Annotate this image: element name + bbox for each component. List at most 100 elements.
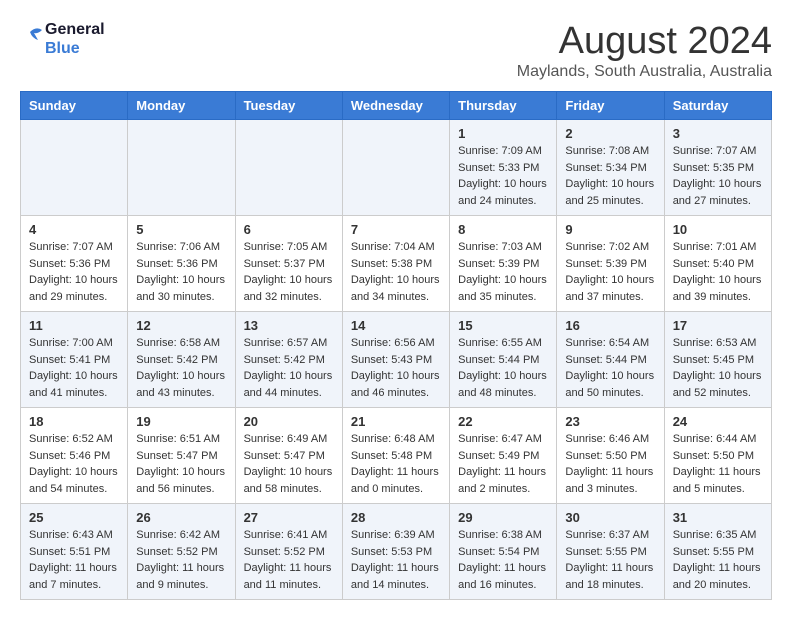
- calendar-cell: 28 Sunrise: 6:39 AM Sunset: 5:53 PM Dayli…: [342, 504, 449, 600]
- day-info: Sunrise: 6:46 AM Sunset: 5:50 PM Dayligh…: [565, 431, 655, 497]
- day-number: 24: [673, 414, 763, 429]
- title-area: August 2024 Maylands, South Australia, A…: [517, 20, 772, 81]
- day-number: 20: [244, 414, 334, 429]
- day-info: Sunrise: 6:41 AM Sunset: 5:52 PM Dayligh…: [244, 527, 334, 593]
- day-number: 1: [458, 126, 548, 141]
- day-number: 5: [136, 222, 226, 237]
- logo-line2: Blue: [45, 39, 105, 58]
- day-number: 11: [29, 318, 119, 333]
- day-info: Sunrise: 6:54 AM Sunset: 5:44 PM Dayligh…: [565, 335, 655, 401]
- day-number: 14: [351, 318, 441, 333]
- calendar-cell: 4Sunrise: 7:07 AM Sunset: 5:36 PM Daylig…: [21, 216, 128, 312]
- day-info: Sunrise: 7:01 AM Sunset: 5:40 PM Dayligh…: [673, 239, 763, 305]
- page-header: General Blue August 2024 Maylands, South…: [20, 20, 772, 81]
- calendar-cell: 24 Sunrise: 6:44 AM Sunset: 5:50 PM Dayli…: [664, 408, 771, 504]
- calendar-cell: 3 Sunrise: 7:07 AM Sunset: 5:35 PM Daylig…: [664, 120, 771, 216]
- day-info: Sunrise: 6:39 AM Sunset: 5:53 PM Dayligh…: [351, 527, 441, 593]
- day-number: 19: [136, 414, 226, 429]
- column-header-friday: Friday: [557, 92, 664, 120]
- day-number: 9: [565, 222, 655, 237]
- day-info: Sunrise: 7:04 AM Sunset: 5:38 PM Dayligh…: [351, 239, 441, 305]
- day-number: 10: [673, 222, 763, 237]
- calendar-cell: 12Sunrise: 6:58 AM Sunset: 5:42 PM Dayli…: [128, 312, 235, 408]
- calendar-cell: 27Sunrise: 6:41 AM Sunset: 5:52 PM Dayli…: [235, 504, 342, 600]
- day-info: Sunrise: 7:00 AM Sunset: 5:41 PM Dayligh…: [29, 335, 119, 401]
- day-number: 23: [565, 414, 655, 429]
- day-number: 18: [29, 414, 119, 429]
- calendar-cell: 29Sunrise: 6:38 AM Sunset: 5:54 PM Dayli…: [450, 504, 557, 600]
- day-number: 21: [351, 414, 441, 429]
- calendar-week-row: 18Sunrise: 6:52 AM Sunset: 5:46 PM Dayli…: [21, 408, 772, 504]
- day-number: 16: [565, 318, 655, 333]
- calendar-cell: 20 Sunrise: 6:49 AM Sunset: 5:47 PM Dayli…: [235, 408, 342, 504]
- logo-container: General Blue: [20, 20, 105, 58]
- calendar-week-row: 1 Sunrise: 7:09 AM Sunset: 5:33 PM Daylig…: [21, 120, 772, 216]
- calendar-cell: 10 Sunrise: 7:01 AM Sunset: 5:40 PM Dayli…: [664, 216, 771, 312]
- calendar-cell: 17 Sunrise: 6:53 AM Sunset: 5:45 PM Dayli…: [664, 312, 771, 408]
- calendar-cell: 30 Sunrise: 6:37 AM Sunset: 5:55 PM Dayli…: [557, 504, 664, 600]
- calendar-cell: 25 Sunrise: 6:43 AM Sunset: 5:51 PM Dayli…: [21, 504, 128, 600]
- logo-line1: General: [45, 20, 105, 39]
- calendar-cell: 1 Sunrise: 7:09 AM Sunset: 5:33 PM Daylig…: [450, 120, 557, 216]
- day-number: 15: [458, 318, 548, 333]
- day-info: Sunrise: 6:49 AM Sunset: 5:47 PM Dayligh…: [244, 431, 334, 497]
- calendar-cell: 13 Sunrise: 6:57 AM Sunset: 5:42 PM Dayli…: [235, 312, 342, 408]
- month-year: August 2024: [517, 20, 772, 63]
- column-header-sunday: Sunday: [21, 92, 128, 120]
- day-info: Sunrise: 6:43 AM Sunset: 5:51 PM Dayligh…: [29, 527, 119, 593]
- calendar-cell: [235, 120, 342, 216]
- calendar-cell: 16 Sunrise: 6:54 AM Sunset: 5:44 PM Dayli…: [557, 312, 664, 408]
- calendar-cell: 19 Sunrise: 6:51 AM Sunset: 5:47 PM Dayli…: [128, 408, 235, 504]
- calendar-week-row: 25 Sunrise: 6:43 AM Sunset: 5:51 PM Dayli…: [21, 504, 772, 600]
- day-number: 28: [351, 510, 441, 525]
- calendar-cell: [342, 120, 449, 216]
- day-number: 29: [458, 510, 548, 525]
- calendar-cell: 6 Sunrise: 7:05 AM Sunset: 5:37 PM Daylig…: [235, 216, 342, 312]
- day-info: Sunrise: 6:44 AM Sunset: 5:50 PM Dayligh…: [673, 431, 763, 497]
- day-info: Sunrise: 6:42 AM Sunset: 5:52 PM Dayligh…: [136, 527, 226, 593]
- day-info: Sunrise: 7:03 AM Sunset: 5:39 PM Dayligh…: [458, 239, 548, 305]
- column-header-thursday: Thursday: [450, 92, 557, 120]
- day-info: Sunrise: 7:07 AM Sunset: 5:35 PM Dayligh…: [673, 143, 763, 209]
- day-info: Sunrise: 6:56 AM Sunset: 5:43 PM Dayligh…: [351, 335, 441, 401]
- calendar-cell: 21Sunrise: 6:48 AM Sunset: 5:48 PM Dayli…: [342, 408, 449, 504]
- calendar-cell: 7 Sunrise: 7:04 AM Sunset: 5:38 PM Daylig…: [342, 216, 449, 312]
- day-number: 31: [673, 510, 763, 525]
- calendar-cell: 2 Sunrise: 7:08 AM Sunset: 5:34 PM Daylig…: [557, 120, 664, 216]
- day-number: 25: [29, 510, 119, 525]
- day-number: 22: [458, 414, 548, 429]
- day-info: Sunrise: 7:09 AM Sunset: 5:33 PM Dayligh…: [458, 143, 548, 209]
- day-info: Sunrise: 6:47 AM Sunset: 5:49 PM Dayligh…: [458, 431, 548, 497]
- day-info: Sunrise: 7:06 AM Sunset: 5:36 PM Dayligh…: [136, 239, 226, 305]
- day-info: Sunrise: 6:51 AM Sunset: 5:47 PM Dayligh…: [136, 431, 226, 497]
- calendar-cell: 5 Sunrise: 7:06 AM Sunset: 5:36 PM Daylig…: [128, 216, 235, 312]
- calendar-cell: 14 Sunrise: 6:56 AM Sunset: 5:43 PM Dayli…: [342, 312, 449, 408]
- day-number: 26: [136, 510, 226, 525]
- calendar-cell: [128, 120, 235, 216]
- day-info: Sunrise: 7:08 AM Sunset: 5:34 PM Dayligh…: [565, 143, 655, 209]
- calendar-cell: [21, 120, 128, 216]
- day-number: 17: [673, 318, 763, 333]
- day-info: Sunrise: 6:53 AM Sunset: 5:45 PM Dayligh…: [673, 335, 763, 401]
- logo-bird-icon: [20, 24, 42, 54]
- day-number: 3: [673, 126, 763, 141]
- column-header-wednesday: Wednesday: [342, 92, 449, 120]
- day-info: Sunrise: 7:07 AM Sunset: 5:36 PM Dayligh…: [29, 239, 119, 305]
- calendar-cell: 9Sunrise: 7:02 AM Sunset: 5:39 PM Daylig…: [557, 216, 664, 312]
- day-number: 7: [351, 222, 441, 237]
- day-number: 30: [565, 510, 655, 525]
- column-header-saturday: Saturday: [664, 92, 771, 120]
- calendar-week-row: 11 Sunrise: 7:00 AM Sunset: 5:41 PM Dayli…: [21, 312, 772, 408]
- column-header-tuesday: Tuesday: [235, 92, 342, 120]
- calendar-cell: 22 Sunrise: 6:47 AM Sunset: 5:49 PM Dayli…: [450, 408, 557, 504]
- day-info: Sunrise: 6:55 AM Sunset: 5:44 PM Dayligh…: [458, 335, 548, 401]
- day-info: Sunrise: 6:57 AM Sunset: 5:42 PM Dayligh…: [244, 335, 334, 401]
- day-info: Sunrise: 7:05 AM Sunset: 5:37 PM Dayligh…: [244, 239, 334, 305]
- day-info: Sunrise: 6:35 AM Sunset: 5:55 PM Dayligh…: [673, 527, 763, 593]
- day-number: 2: [565, 126, 655, 141]
- calendar-table: SundayMondayTuesdayWednesdayThursdayFrid…: [20, 91, 772, 600]
- calendar-cell: 31 Sunrise: 6:35 AM Sunset: 5:55 PM Dayli…: [664, 504, 771, 600]
- day-number: 6: [244, 222, 334, 237]
- day-info: Sunrise: 6:37 AM Sunset: 5:55 PM Dayligh…: [565, 527, 655, 593]
- day-number: 13: [244, 318, 334, 333]
